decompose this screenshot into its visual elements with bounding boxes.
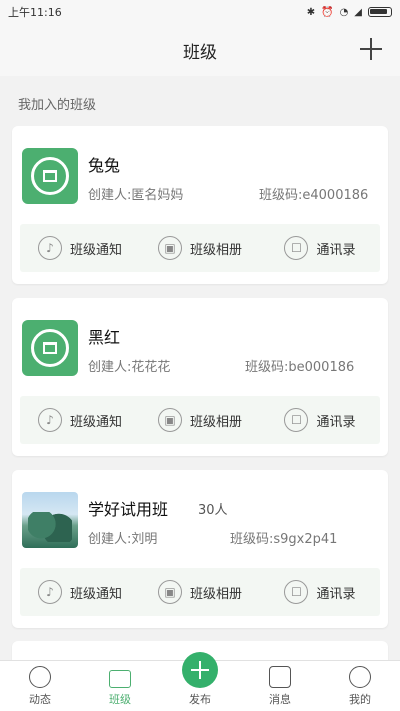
status-icons: ✱ ⏰ ◔ ◢: [307, 7, 392, 18]
class-name: 黑红: [88, 328, 121, 347]
member-count: 30人: [198, 503, 228, 518]
tab-profile[interactable]: 我的: [320, 661, 400, 711]
bottom-tab-bar: 动态 班级 发布 消息 我的: [0, 652, 400, 711]
class-actions: ♪ 班级通知 ▣ 班级相册 ☐ 通讯录: [20, 568, 380, 616]
tab-label: 我的: [349, 693, 371, 706]
class-name: 学好试用班: [88, 500, 169, 519]
activity-icon: [29, 666, 51, 688]
photo-icon: ▣: [157, 408, 182, 432]
class-card-header[interactable]: 兔兔 创建人:匿名妈妈 班级码:e4000186: [12, 126, 388, 222]
class-code: 班级码:s9gx2p41: [230, 532, 338, 547]
publish-plus-icon[interactable]: [182, 652, 218, 688]
alarm-icon: ⏰: [321, 6, 334, 18]
class-card-header[interactable]: 学好试用班 30人 创建人:刘明 班级码:s9gx2p41: [12, 470, 388, 566]
action-label: 班级通知: [69, 414, 122, 430]
tab-label: 动态: [29, 693, 51, 706]
class-creator: 创建人:匿名妈妈: [88, 188, 184, 203]
header: 班级: [0, 24, 400, 76]
action-label: 班级通知: [69, 242, 122, 258]
profile-icon: [349, 666, 371, 688]
signal-icon: ◢: [354, 6, 362, 18]
status-time: 上午11:16: [8, 6, 62, 19]
photo-icon: ▣: [157, 236, 182, 260]
status-bar: 上午11:16 ✱ ⏰ ◔ ◢: [0, 0, 400, 24]
class-card-header[interactable]: 黑红 创建人:花花花 班级码:be000186: [12, 298, 388, 394]
action-label: 班级相册: [189, 242, 242, 258]
class-notice-button[interactable]: ♪ 班级通知: [20, 580, 140, 604]
class-code: 班级码:be000186: [245, 360, 355, 375]
message-icon: [269, 666, 291, 688]
class-name: 兔兔: [88, 156, 121, 175]
class-creator: 创建人:花花花: [88, 360, 171, 375]
class-notice-button[interactable]: ♪ 班级通知: [20, 408, 140, 432]
bell-icon: ♪: [37, 236, 62, 260]
action-label: 班级相册: [189, 414, 242, 430]
action-label: 班级通知: [69, 586, 122, 602]
contacts-icon: ☐: [284, 408, 309, 432]
class-actions: ♪ 班级通知 ▣ 班级相册 ☐ 通讯录: [20, 224, 380, 272]
class-creator: 创建人:刘明: [88, 532, 158, 547]
class-card[interactable]: 兔兔 创建人:匿名妈妈 班级码:e4000186 ♪ 班级通知 ▣ 班级相册 ☐…: [12, 126, 388, 284]
class-actions: ♪ 班级通知 ▣ 班级相册 ☐ 通讯录: [20, 396, 380, 444]
tab-class[interactable]: 班级: [80, 661, 160, 711]
tab-activity[interactable]: 动态: [0, 661, 80, 711]
bluetooth-icon: ✱: [306, 6, 316, 18]
tab-label: 消息: [269, 693, 291, 706]
class-photo: [22, 492, 78, 548]
tab-label: 发布: [189, 693, 211, 706]
class-code: 班级码:e4000186: [259, 188, 369, 203]
action-label: 通讯录: [316, 414, 356, 430]
section-label: 我加入的班级: [18, 98, 97, 113]
bell-icon: ♪: [37, 580, 62, 604]
contacts-button[interactable]: ☐ 通讯录: [260, 580, 380, 604]
action-label: 通讯录: [316, 242, 356, 258]
book-logo-icon: [22, 320, 78, 376]
class-card[interactable]: 学好试用班 30人 创建人:刘明 班级码:s9gx2p41 ♪ 班级通知 ▣ 班…: [12, 470, 388, 628]
wifi-icon: ◔: [339, 6, 349, 18]
tab-publish[interactable]: 发布: [160, 652, 240, 711]
photo-icon: ▣: [157, 580, 182, 604]
action-label: 通讯录: [316, 586, 356, 602]
class-notice-button[interactable]: ♪ 班级通知: [20, 236, 140, 260]
book-logo-icon: [22, 148, 78, 204]
contacts-button[interactable]: ☐ 通讯录: [260, 236, 380, 260]
action-label: 班级相册: [189, 586, 242, 602]
tab-label: 班级: [109, 693, 131, 706]
class-card[interactable]: 黑红 创建人:花花花 班级码:be000186 ♪ 班级通知 ▣ 班级相册 ☐ …: [12, 298, 388, 456]
bell-icon: ♪: [37, 408, 62, 432]
contacts-icon: ☐: [284, 580, 309, 604]
plus-icon[interactable]: [358, 36, 384, 62]
contacts-icon: ☐: [284, 236, 309, 260]
class-album-button[interactable]: ▣ 班级相册: [140, 408, 260, 432]
page-title: 班级: [183, 42, 217, 63]
class-album-button[interactable]: ▣ 班级相册: [140, 580, 260, 604]
class-icon: [109, 670, 131, 688]
class-album-button[interactable]: ▣ 班级相册: [140, 236, 260, 260]
battery-icon: [368, 7, 392, 17]
contacts-button[interactable]: ☐ 通讯录: [260, 408, 380, 432]
tab-messages[interactable]: 消息: [240, 661, 320, 711]
